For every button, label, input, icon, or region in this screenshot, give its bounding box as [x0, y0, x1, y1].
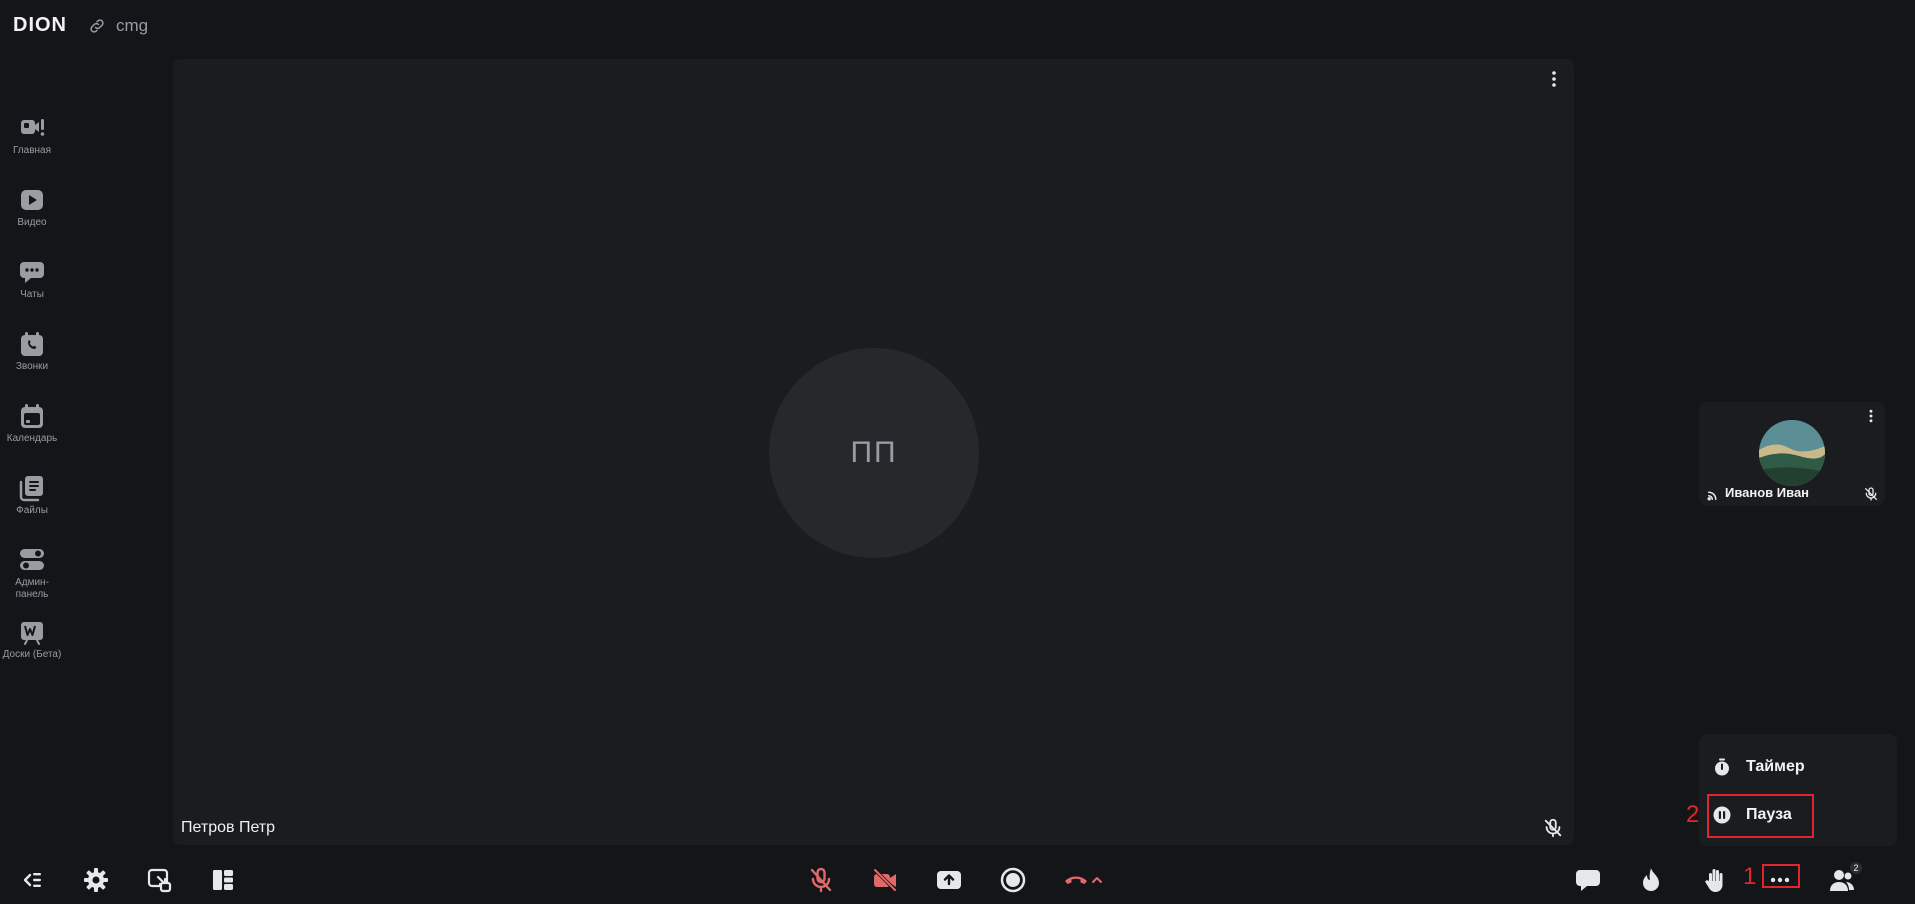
flame-icon — [1643, 868, 1659, 891]
picture-in-picture-button[interactable] — [143, 864, 175, 896]
mic-off-icon — [810, 867, 832, 893]
share-screen-button[interactable] — [933, 864, 965, 896]
participant-avatar: ПП — [769, 348, 979, 558]
mic-off-icon — [1865, 487, 1877, 501]
camera-toggle-button[interactable] — [869, 864, 901, 896]
participant-name: Иванов Иван — [1725, 485, 1810, 500]
raise-hand-button[interactable] — [1699, 864, 1731, 896]
sidebar-item-home[interactable]: Главная — [0, 114, 64, 157]
avatar — [1759, 420, 1825, 486]
collapse-sidebar-button[interactable] — [17, 864, 49, 896]
layout-button[interactable] — [207, 864, 239, 896]
cast-icon — [1707, 491, 1717, 501]
chat-button[interactable] — [1572, 864, 1604, 896]
link-icon[interactable] — [88, 17, 106, 35]
end-call-button[interactable] — [1058, 864, 1108, 896]
menu-item-label: Таймер — [1746, 758, 1805, 775]
participants-button[interactable]: 2 — [1826, 862, 1862, 896]
annotation-number-1: 1 — [1743, 863, 1757, 890]
sidebar-item-label: Чаты — [20, 289, 44, 300]
admin-toggle-icon — [20, 549, 44, 570]
app-logo: DION — [13, 14, 67, 36]
chat-icon — [20, 262, 44, 283]
main-video-stage[interactable]: ПП Петров Петр — [173, 59, 1574, 845]
record-icon — [1000, 867, 1026, 893]
participant-tile[interactable]: Иванов Иван — [1699, 402, 1885, 506]
sidebar-item-video[interactable]: Видео — [0, 186, 64, 229]
avatar-landscape-icon — [1759, 420, 1825, 486]
pip-icon — [147, 868, 172, 893]
timer-icon — [1715, 758, 1729, 776]
hand-icon — [1705, 869, 1723, 892]
participants-count-badge: 2 — [1850, 862, 1862, 874]
sidebar-item-label: Файлы — [16, 505, 48, 516]
gear-icon — [84, 868, 108, 892]
sidebar-item-label: Звонки — [15, 361, 49, 372]
calendar-icon — [21, 404, 43, 428]
top-bar: DION cmg — [0, 0, 1915, 52]
more-vertical-icon[interactable] — [1863, 408, 1879, 424]
sidebar-item-label: Календарь — [6, 433, 58, 444]
chevron-up-icon[interactable] — [1090, 873, 1104, 887]
screen-share-icon — [937, 871, 961, 889]
sidebar-item-label: Доски (Бета) — [2, 649, 62, 660]
sidebar-item-chats[interactable]: Чаты — [0, 258, 64, 301]
sidebar-item-label: Видео — [17, 217, 47, 228]
hang-up-icon — [1065, 876, 1087, 884]
sidebar-item-admin[interactable]: Админ- панель — [0, 546, 64, 601]
sidebar-item-label-line2: панель — [15, 589, 49, 600]
app-root: DION cmg Главная Видео Чаты Звонки Кален… — [0, 0, 1915, 904]
files-icon — [19, 476, 43, 502]
reactions-button[interactable] — [1635, 864, 1667, 896]
sidebar-item-files[interactable]: Файлы — [0, 474, 64, 517]
more-vertical-icon[interactable] — [1544, 69, 1564, 89]
phone-calendar-icon — [21, 332, 43, 356]
sidebar-item-calendar[interactable]: Календарь — [0, 402, 64, 445]
camera-off-icon — [873, 868, 897, 892]
video-play-icon — [21, 190, 43, 210]
participant-name: Петров Петр — [181, 819, 276, 836]
record-button[interactable] — [997, 864, 1029, 896]
annotation-box-pause — [1707, 794, 1814, 838]
settings-button[interactable] — [80, 864, 112, 896]
annotation-number-2: 2 — [1686, 801, 1700, 828]
collapse-menu-icon — [23, 873, 41, 887]
layout-icon — [213, 870, 233, 890]
annotation-box-more — [1762, 864, 1800, 888]
sidebar-item-label: Главная — [12, 145, 52, 156]
bottom-toolbar: 2 — [0, 856, 1915, 904]
mic-off-icon — [1544, 818, 1562, 838]
home-camera-icon — [21, 119, 45, 136]
menu-item-timer[interactable]: Таймер — [1713, 748, 1883, 786]
microphone-toggle-button[interactable] — [805, 864, 837, 896]
sidebar-item-label: Админ- — [15, 577, 49, 588]
board-icon — [21, 622, 43, 645]
chat-bubble-icon — [1576, 870, 1600, 891]
room-name[interactable]: cmg — [116, 16, 148, 36]
sidebar-item-calls[interactable]: Звонки — [0, 330, 64, 373]
sidebar-item-boards[interactable]: Доски (Бета) — [0, 618, 64, 661]
